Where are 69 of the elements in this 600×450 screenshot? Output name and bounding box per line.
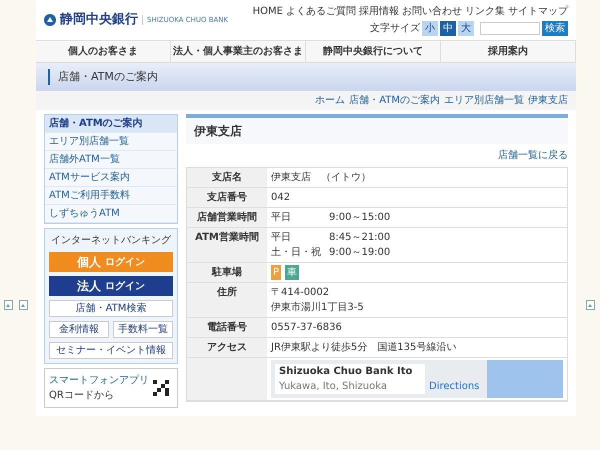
search-button[interactable]: 検索 [542, 21, 568, 36]
info-link[interactable]: 手数料一覧 [113, 321, 173, 338]
info-link[interactable]: 金利情報 [49, 321, 109, 338]
day-label: 平日 [271, 231, 292, 245]
app-title: スマートフォンアプリ [49, 374, 149, 388]
banking-title: インターネットバンキング [50, 234, 172, 248]
page-title: 店舗・ATMのご案内 [48, 68, 158, 86]
breadcrumb-link[interactable]: エリア別店舗一覧 [444, 93, 524, 108]
sidebar-link[interactable]: しずちゅうATM [45, 205, 177, 223]
map-place-address: Yukawa, Ito, Shizuoka [279, 380, 388, 394]
hours-value: 9:00～15:00 [329, 211, 390, 225]
font-size-button[interactable]: 中 [440, 21, 456, 36]
breadcrumb-link[interactable]: 伊東支店 [528, 93, 568, 108]
branch-title: 伊東支店 [194, 124, 242, 138]
facility-badge: P [271, 265, 282, 280]
font-size-button[interactable]: 大 [458, 21, 474, 36]
breadcrumb-link[interactable]: ホーム [315, 93, 346, 108]
nav-tab[interactable]: 採用案内 [441, 41, 576, 62]
sidebar-link[interactable]: ATMサービス案内 [45, 169, 177, 187]
row-label-cell: 支店名 [187, 168, 267, 187]
directions-link[interactable]: Directions [429, 379, 480, 394]
branch-search-link[interactable]: 店舗・ATM検索 [49, 300, 173, 317]
row-label-cell: 支店番号 [187, 188, 267, 207]
row-label-cell: 店舗営業時間 [187, 208, 267, 227]
app-banner[interactable]: スマートフォンアプリ QRコードから [44, 368, 178, 408]
top-link[interactable]: 採用情報 [359, 4, 399, 19]
breadcrumb-link[interactable]: 店舗・ATMのご案内 [349, 93, 440, 108]
day-label: 土・日・祝 [271, 246, 321, 260]
nav-tab[interactable]: 個人のお客さま [36, 41, 171, 62]
font-size-label: 文字サイズ [370, 22, 420, 36]
app-note: QRコードから [49, 389, 115, 403]
nav-tab[interactable]: 法人・個人事業主のお客さま [171, 41, 306, 62]
bank-logo: 静岡中央銀行 [60, 11, 138, 30]
row-value: 伊東支店 （イトウ） [271, 170, 372, 185]
logo-icon [44, 14, 56, 26]
login-button[interactable]: 法人 ログイン [49, 276, 173, 296]
top-link[interactable]: HOME [252, 4, 283, 19]
font-size-button[interactable]: 小 [422, 21, 438, 36]
top-link[interactable]: サイトマップ [508, 4, 568, 19]
row-label-cell: 駐車場 [187, 263, 267, 282]
hours-value: 8:45～21:00 [329, 231, 390, 245]
row-value: 0557-37-6836 [271, 321, 343, 335]
row-label-cell: 電話番号 [187, 318, 267, 337]
top-link[interactable]: よくあるご質問 [286, 4, 356, 19]
sidebar-link[interactable]: ATMご利用手数料 [45, 187, 177, 205]
row-label-cell: アクセス [187, 338, 267, 357]
day-label: 平日 [271, 211, 292, 225]
sidebar-link[interactable]: エリア別店舗一覧 [45, 133, 177, 151]
top-link[interactable]: リンク集 [465, 4, 505, 19]
broken-image-icon [4, 300, 13, 310]
nav-tab[interactable]: 静岡中央銀行について [306, 41, 441, 62]
facility-badge: 車 [285, 265, 300, 280]
event-link[interactable]: セミナー・イベント情報 [49, 342, 173, 359]
row-value: 伊東市湯川1丁目3-5 [271, 300, 365, 315]
row-label-cell: ATM営業時間 [187, 228, 267, 262]
row-value: 〒414-0002 [271, 286, 330, 300]
sidebar-link[interactable]: 店舗外ATM一覧 [45, 151, 177, 169]
broken-image-icon [586, 300, 595, 310]
hours-value: 9:00～19:00 [329, 246, 390, 260]
back-link[interactable]: 店舗一覧に戻る [498, 148, 568, 163]
map-place-name: Shizuoka Chuo Bank Ito [279, 365, 414, 379]
search-field[interactable] [480, 22, 540, 35]
row-value: 042 [271, 191, 292, 205]
row-value: JR伊東駅より徒歩5分 国道135号線沿い [271, 340, 458, 355]
top-link[interactable]: お問い合わせ [402, 4, 462, 19]
row-label-cell: 住所 [187, 283, 267, 317]
sidebar-link[interactable]: 店舗・ATMのご案内 [45, 115, 177, 133]
qr-code-icon [153, 380, 169, 396]
broken-image-icon [19, 300, 28, 310]
